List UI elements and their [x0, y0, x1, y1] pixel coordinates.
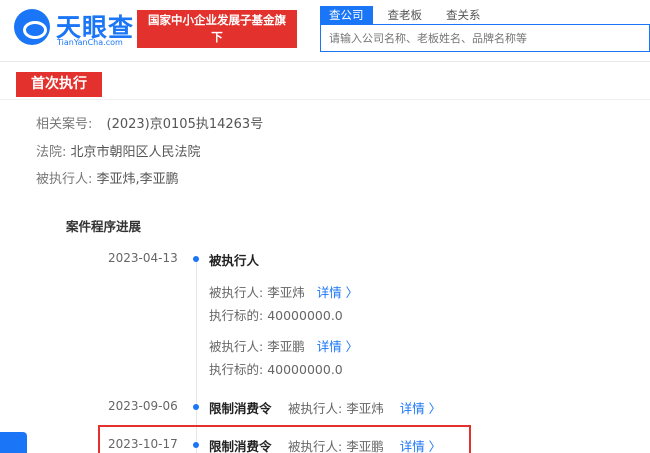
- site-header: 天眼查 TianYanCha.com 国家中小企业发展子基金旗下 官方备案企业征…: [0, 0, 650, 61]
- amount-label: 执行标的:: [209, 308, 264, 323]
- section-divider: [0, 99, 650, 100]
- event-entry-amount: 执行标的: 40000000.0: [209, 305, 343, 324]
- person-name[interactable]: 李亚炜: [346, 401, 384, 416]
- case-progress-title: 案件程序进展: [66, 219, 142, 234]
- timeline-dot: [193, 442, 199, 448]
- slogan-badge: 国家中小企业发展子基金旗下 官方备案企业征信机构: [137, 10, 297, 61]
- search-tabs: 查公司 查老板 查关系: [320, 6, 496, 24]
- tab-boss[interactable]: 查老板: [379, 6, 432, 24]
- event-entry-person: 被执行人: 李亚鹏 详情 〉: [209, 336, 358, 355]
- debtor-row: 被执行人: 李亚炜,李亚鹏: [36, 168, 179, 187]
- event-date: 2023-10-17: [108, 437, 178, 451]
- slogan-line-1: 国家中小企业发展子基金旗下: [148, 13, 286, 44]
- detail-link[interactable]: 详情 〉: [400, 401, 441, 416]
- brand-domain: TianYanCha.com: [57, 38, 123, 47]
- search-box: [320, 24, 650, 52]
- event-entry-amount: 执行标的: 40000000.0: [209, 359, 343, 378]
- event-title: 被执行人: [209, 253, 260, 268]
- detail-link[interactable]: 详情 〉: [317, 339, 358, 354]
- event-date: 2023-09-06: [108, 399, 178, 413]
- amount-label: 执行标的:: [209, 362, 264, 377]
- event-entry-person: 被执行人: 李亚炜 详情 〉: [209, 282, 358, 301]
- tab-company[interactable]: 查公司: [320, 6, 373, 24]
- amount-value: 40000000.0: [267, 308, 343, 323]
- timeline-line: [196, 258, 197, 453]
- person-label: 被执行人:: [209, 339, 264, 354]
- person-label: 被执行人:: [288, 401, 343, 416]
- debtor-value: 李亚炜,李亚鹏: [96, 172, 179, 187]
- section-title: 首次执行: [16, 72, 102, 97]
- detail-link[interactable]: 详情 〉: [400, 439, 441, 453]
- detail-link[interactable]: 详情 〉: [317, 285, 358, 300]
- case-number-label: 相关案号:: [36, 117, 93, 132]
- court-label: 法院:: [36, 145, 67, 160]
- timeline-dot: [193, 256, 199, 262]
- tab-relation[interactable]: 查关系: [437, 6, 490, 24]
- event-person: 被执行人: 李亚鹏 详情 〉: [288, 436, 441, 453]
- tianyancha-logo-icon[interactable]: [14, 9, 50, 45]
- event-person: 被执行人: 李亚炜 详情 〉: [288, 398, 441, 417]
- search-input[interactable]: [321, 25, 649, 51]
- person-label: 被执行人:: [288, 439, 343, 453]
- debtor-label: 被执行人:: [36, 172, 93, 187]
- amount-value: 40000000.0: [267, 362, 343, 377]
- case-number-row: 相关案号: (2023)京0105执14263号: [36, 113, 263, 132]
- person-name[interactable]: 李亚鹏: [346, 439, 384, 453]
- side-float-button[interactable]: [0, 432, 27, 453]
- event-title: 限制消费令: [209, 401, 272, 416]
- event-date: 2023-04-13: [108, 251, 178, 265]
- person-label: 被执行人:: [209, 285, 264, 300]
- person-name[interactable]: 李亚鹏: [267, 339, 305, 354]
- timeline-dot: [193, 404, 199, 410]
- event-title: 限制消费令: [209, 439, 272, 453]
- court-row: 法院: 北京市朝阳区人民法院: [36, 141, 201, 160]
- case-number-value: (2023)京0105执14263号: [106, 117, 264, 132]
- person-name[interactable]: 李亚炜: [267, 285, 305, 300]
- court-value: 北京市朝阳区人民法院: [70, 145, 201, 160]
- header-divider: [0, 61, 650, 62]
